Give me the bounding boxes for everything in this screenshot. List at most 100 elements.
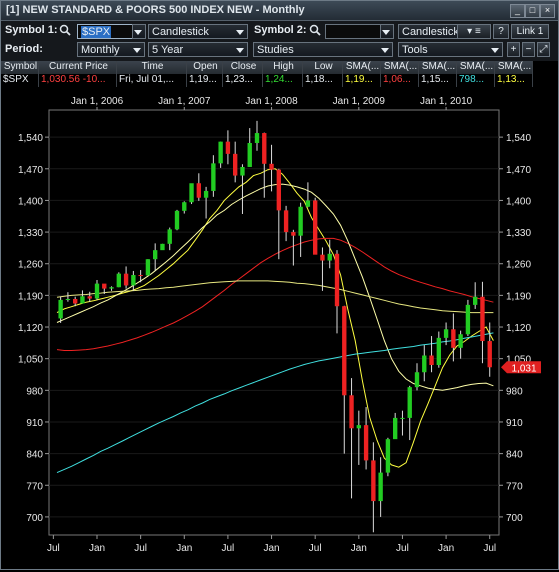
period-toolbar: Period: Monthly 5 Year Studies Tools + −…	[1, 41, 558, 61]
candle-body	[385, 439, 391, 473]
y-tick-label-left: 1,120	[18, 323, 43, 334]
quote-header-7[interactable]: SMA(...	[343, 61, 381, 74]
chevron-down-icon	[381, 48, 389, 53]
search-icon[interactable]	[59, 24, 71, 36]
candle-body	[247, 143, 252, 167]
quote-header-5[interactable]: High	[263, 61, 303, 74]
search-icon[interactable]	[309, 24, 321, 36]
quote-header-2[interactable]: Time	[117, 61, 187, 74]
symbol1-input[interactable]: $SPX	[77, 24, 133, 39]
y-tick-label-left: 1,540	[18, 133, 43, 144]
chart-options-button[interactable]: ▾ ≡	[457, 24, 491, 39]
zoom-out-button[interactable]: −	[522, 42, 535, 57]
candle-body	[203, 190, 209, 198]
quote-header-4[interactable]: Close	[223, 61, 263, 74]
title-bar[interactable]: [1] NEW STANDARD & POORS 500 INDEX NEW -…	[1, 1, 558, 21]
y-tick-label-right: 1,260	[506, 260, 531, 271]
quote-cell-5: 1,24...	[263, 74, 303, 87]
candle-body	[305, 200, 311, 207]
y-tick-label-right: 910	[506, 418, 523, 429]
y-tick-label-left: 910	[26, 418, 43, 429]
y-tick-label-left: 1,330	[18, 228, 43, 239]
symbol2-label: Symbol 2:	[254, 24, 307, 36]
candle-body	[189, 183, 194, 203]
chevron-down-icon	[236, 30, 244, 35]
close-button[interactable]: ×	[540, 4, 555, 18]
chart-type2-value: Candlestick	[402, 26, 459, 38]
minus-icon: −	[525, 44, 532, 55]
maximize-button[interactable]: □	[525, 4, 540, 18]
y-tick-label-left: 840	[26, 450, 43, 461]
quote-header-8[interactable]: SMA(...	[381, 61, 419, 74]
candle-body	[167, 229, 172, 244]
candle-body	[363, 425, 369, 461]
quote-header-9[interactable]: SMA(...	[419, 61, 457, 74]
candle-body	[313, 200, 318, 255]
help-button[interactable]: ?	[493, 24, 509, 39]
chevron-down-icon	[134, 30, 142, 35]
y-tick-label-left: 1,400	[18, 196, 43, 207]
zoom-in-button[interactable]: +	[507, 42, 520, 57]
candle-body	[356, 425, 361, 429]
studies-select[interactable]: Studies	[253, 42, 393, 57]
price-chart[interactable]: 1,540 1,540 1,470 1,470 1,400 1,400 1,330 1,330…	[1, 88, 558, 569]
candle-body	[225, 141, 231, 154]
candle-body	[422, 355, 427, 373]
quote-cell-4: 1,23...	[223, 74, 263, 87]
symbol-toolbar: Symbol 1: $SPX Candlestick Symbol 2: Can…	[1, 21, 558, 41]
bottom-month-label: Jan	[263, 543, 279, 554]
candle-body	[109, 287, 114, 289]
chevron-down-icon	[236, 48, 244, 53]
window-title: [1] NEW STANDARD & POORS 500 INDEX NEW -…	[6, 4, 305, 16]
symbol2-dropdown[interactable]	[380, 24, 394, 39]
range-select[interactable]: 5 Year	[148, 42, 248, 57]
quote-cell-2: Fri, Jul 01,...	[117, 74, 187, 87]
candle-body	[87, 296, 92, 299]
candle-body	[138, 275, 143, 277]
tools-label: Tools	[402, 44, 428, 56]
bottom-month-label: Jan	[351, 543, 367, 554]
candle-body	[487, 341, 492, 368]
y-tick-label-left: 770	[26, 481, 43, 492]
candle-body	[240, 166, 245, 176]
fullscreen-button[interactable]: ⤢	[537, 42, 550, 57]
symbol2-input[interactable]	[325, 24, 381, 39]
y-tick-label-right: 1,470	[506, 165, 531, 176]
bottom-month-label: Jul	[222, 543, 235, 554]
quote-cell-3: 1,19...	[187, 74, 223, 87]
list-icon: ▾ ≡	[467, 26, 481, 37]
candle-body	[334, 253, 340, 307]
quote-header-1[interactable]: Current Price	[39, 61, 117, 74]
y-tick-label-right: 1,540	[506, 133, 531, 144]
chart-type2-select[interactable]: Candlestick	[398, 24, 459, 39]
tools-select[interactable]: Tools	[398, 42, 503, 57]
candle-body	[94, 283, 100, 299]
quote-header-10[interactable]: SMA(...	[457, 61, 495, 74]
symbol1-dropdown[interactable]	[132, 24, 146, 39]
quote-header-11[interactable]: SMA(...	[495, 61, 533, 74]
candle-body	[407, 387, 412, 418]
candle-body	[349, 395, 354, 429]
link-button[interactable]: Link 1	[511, 24, 549, 39]
period-select[interactable]: Monthly	[77, 42, 145, 57]
bottom-month-label: Jan	[438, 543, 454, 554]
y-tick-label-right: 840	[506, 450, 523, 461]
y-tick-label-right: 980	[506, 386, 523, 397]
candle-body	[145, 259, 151, 276]
chevron-down-icon	[133, 48, 141, 53]
y-tick-label-right: 1,330	[506, 228, 531, 239]
candle-body	[327, 253, 332, 261]
chart-window: [1] NEW STANDARD & POORS 500 INDEX NEW -…	[0, 0, 559, 570]
minimize-button[interactable]: _	[510, 4, 525, 18]
chart-area[interactable]: 1,540 1,540 1,470 1,470 1,400 1,400 1,330 1,330…	[1, 88, 558, 569]
quote-header-6[interactable]: Low	[303, 61, 343, 74]
plot-frame	[48, 109, 500, 536]
plus-icon: +	[510, 44, 517, 55]
candle-body	[153, 250, 158, 260]
chart-type-select[interactable]: Candlestick	[148, 24, 248, 39]
quote-header-3[interactable]: Open	[187, 61, 223, 74]
quote-header-0[interactable]: Symbol	[1, 61, 39, 74]
candle-body	[102, 283, 107, 289]
y-tick-label-left: 1,050	[18, 355, 43, 366]
y-tick-label-right: 770	[506, 481, 523, 492]
